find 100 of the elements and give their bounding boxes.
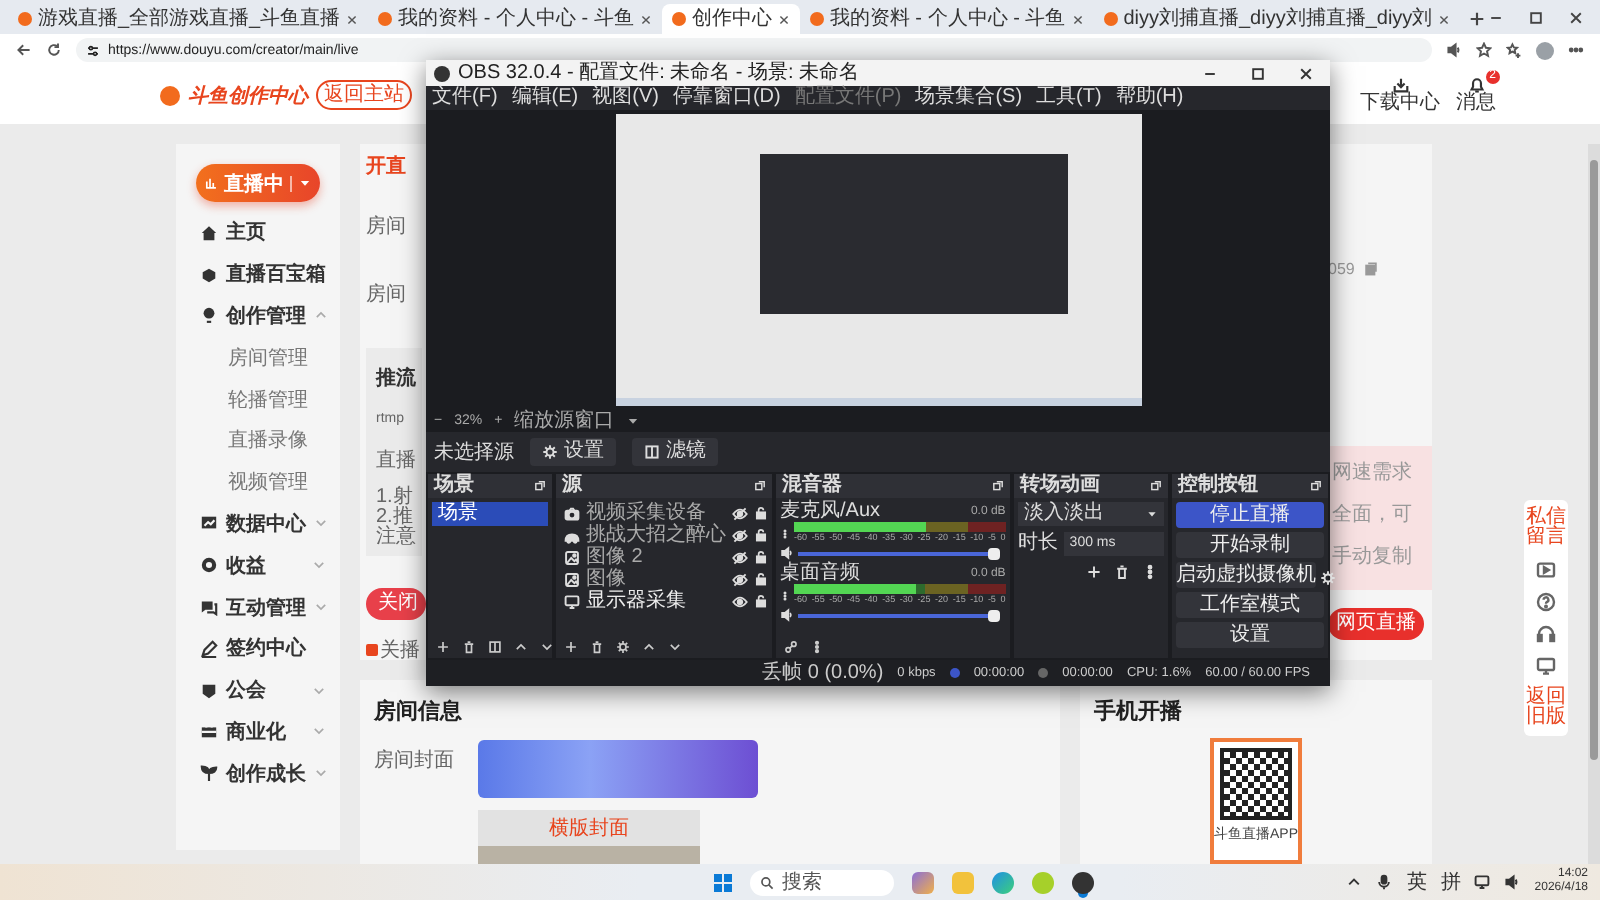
trash-icon[interactable]	[1114, 564, 1130, 580]
download-icon[interactable]	[1391, 76, 1409, 94]
obs-icon[interactable]	[1072, 871, 1094, 893]
more-icon[interactable]	[780, 525, 790, 541]
slider-thumb[interactable]	[987, 547, 1000, 559]
chevron-down-icon[interactable]	[540, 639, 554, 653]
sidebar-item[interactable]: 互动管理	[176, 586, 340, 628]
speaker-icon[interactable]	[780, 546, 794, 560]
read-aloud-icon[interactable]	[1446, 42, 1462, 58]
source-item[interactable]: 图像	[586, 569, 726, 589]
menu-item[interactable]: 编辑(E)	[511, 88, 579, 108]
site-logo[interactable]: 斗鱼创作中心	[188, 81, 308, 109]
more-icon[interactable]	[780, 587, 790, 603]
menu-item[interactable]: 文件(F)	[432, 88, 498, 108]
sidebar-item[interactable]: 数据中心	[176, 503, 340, 545]
browser-tab[interactable]: diyy刘捕直播_diyy刘捕直播_diyy刘	[1093, 4, 1461, 34]
float-icon[interactable]	[534, 480, 546, 492]
browser-tab[interactable]: 游戏直播_全部游戏直播_斗鱼直播	[8, 4, 369, 34]
scene-item[interactable]: 场景	[432, 502, 548, 526]
settings-button[interactable]: 设置	[530, 438, 616, 466]
download-center-link[interactable]: 下载中心	[1360, 94, 1440, 114]
close-icon[interactable]	[777, 13, 790, 25]
source-item[interactable]: 图像 2	[586, 547, 726, 567]
chevron-down-icon[interactable]	[668, 639, 682, 653]
maximize-icon[interactable]	[1250, 65, 1266, 81]
sidebar-item[interactable]: 创作管理	[176, 295, 340, 337]
back-to-main-button[interactable]: 返回主站	[316, 80, 412, 110]
eye-slash-icon[interactable]	[732, 549, 748, 565]
more-icon[interactable]	[810, 639, 824, 653]
chevron-up-icon[interactable]	[1346, 874, 1363, 890]
source-item[interactable]: 挑战大招之醉心	[586, 525, 726, 545]
favorites-icon[interactable]	[1506, 42, 1522, 58]
sidebar-item[interactable]: 公会	[176, 669, 340, 712]
browser-icon[interactable]	[992, 871, 1014, 893]
sidebar-subitem[interactable]: 轮播管理	[176, 378, 340, 420]
sidebar-item[interactable]: 签约中心	[176, 627, 340, 670]
menu-item[interactable]: 停靠窗口(D)	[672, 88, 781, 108]
sidebar-item[interactable]: 收益	[176, 544, 340, 587]
volume-icon[interactable]	[1504, 874, 1521, 890]
settings-icon[interactable]	[1320, 569, 1336, 585]
trash-icon[interactable]	[462, 639, 476, 653]
lock-icon[interactable]	[754, 528, 768, 542]
video-icon[interactable]	[1536, 560, 1556, 580]
scrollbar[interactable]	[1588, 144, 1600, 864]
float-icon[interactable]	[754, 480, 766, 492]
caret-icon[interactable]	[626, 414, 641, 428]
messages-link[interactable]: 消息	[1456, 94, 1496, 114]
lock-icon[interactable]	[754, 506, 768, 520]
monitor-icon[interactable]	[1474, 874, 1491, 890]
mic-icon[interactable]	[1376, 874, 1393, 890]
browser-tab[interactable]: 我的资料 - 个人中心 - 斗鱼	[368, 4, 662, 34]
language-indicator[interactable]: 英	[1406, 868, 1427, 896]
star-icon[interactable]	[1476, 42, 1492, 58]
start-icon[interactable]	[714, 873, 732, 891]
sidebar-item[interactable]: 商业化	[176, 711, 340, 753]
close-live-button[interactable]: 关闭	[366, 588, 426, 620]
control-button[interactable]: 设置	[1176, 622, 1324, 648]
checkbox[interactable]	[366, 644, 378, 656]
sidebar-subitem[interactable]: 房间管理	[176, 336, 340, 379]
float-icon[interactable]	[1150, 480, 1162, 492]
more-icon[interactable]	[1568, 42, 1584, 58]
close-icon[interactable]	[1071, 13, 1084, 25]
sidebar-subitem[interactable]: 视频管理	[176, 461, 340, 504]
browser-tab[interactable]: 我的资料 - 个人中心 - 斗鱼	[799, 4, 1094, 34]
slider-thumb[interactable]	[987, 609, 1000, 621]
monitor-icon[interactable]	[1536, 656, 1556, 676]
float-icon[interactable]	[991, 480, 1004, 492]
lock-icon[interactable]	[754, 594, 768, 608]
widgets-icon[interactable]	[912, 871, 934, 893]
menu-item[interactable]: 帮助(H)	[1115, 88, 1184, 108]
chevron-up-icon[interactable]	[514, 639, 528, 653]
bell-icon[interactable]	[1467, 76, 1485, 94]
new-tab-icon[interactable]	[1468, 10, 1487, 28]
scale-mode-dropdown[interactable]: 缩放源窗口	[514, 411, 615, 431]
close-icon[interactable]	[1298, 65, 1314, 81]
float-icon[interactable]	[1310, 480, 1322, 492]
speaker-icon[interactable]	[780, 608, 794, 622]
transition-dropdown[interactable]: 淡入淡出	[1017, 502, 1164, 526]
settings-icon[interactable]	[616, 639, 630, 653]
old-version-link[interactable]: 返回旧版	[1526, 688, 1566, 728]
eye-icon[interactable]	[732, 593, 748, 609]
scrollbar-thumb[interactable]	[1590, 160, 1598, 760]
add-icon[interactable]	[1086, 564, 1102, 580]
browser-tab[interactable]: 创作中心	[661, 4, 800, 34]
link-icon[interactable]	[784, 639, 798, 653]
trash-icon[interactable]	[590, 639, 604, 653]
close-icon[interactable]	[1568, 10, 1584, 26]
eye-slash-icon[interactable]	[732, 571, 748, 587]
messages-shortcut[interactable]: 私信留言	[1526, 508, 1566, 548]
headset-icon[interactable]	[1536, 624, 1556, 644]
lock-icon[interactable]	[754, 572, 768, 586]
control-button[interactable]: 停止直播	[1176, 502, 1324, 528]
sidebar-item[interactable]: 主页	[176, 212, 340, 254]
copy-icon[interactable]	[1364, 262, 1379, 276]
refresh-icon[interactable]	[46, 42, 62, 58]
ime-indicator[interactable]: 拼	[1440, 868, 1461, 896]
menu-item[interactable]: 场景集合(S)	[915, 88, 1023, 108]
site-info-icon[interactable]	[86, 43, 100, 57]
back-icon[interactable]	[16, 42, 32, 58]
more-icon[interactable]	[1142, 564, 1158, 580]
